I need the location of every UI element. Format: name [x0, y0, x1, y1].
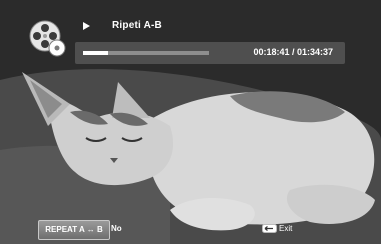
return-key-icon[interactable] — [262, 224, 277, 233]
repeat-mode-title: Ripeti A-B — [112, 20, 162, 31]
tv-screen: Ripeti A-B 00:18:41 / 01:34:37 REPEAT A … — [0, 0, 381, 244]
progress-track — [83, 51, 209, 55]
repeat-ab-value: No — [111, 224, 122, 233]
time-display: 00:18:41 / 01:34:37 — [253, 47, 333, 57]
playback-progress-panel: 00:18:41 / 01:34:37 — [75, 42, 345, 64]
repeat-ab-button[interactable]: REPEAT A ↔ B — [38, 220, 110, 240]
play-icon — [83, 22, 90, 30]
disc-icon — [29, 20, 66, 57]
exit-label[interactable]: Exit — [279, 224, 292, 233]
progress-fill — [83, 51, 109, 55]
